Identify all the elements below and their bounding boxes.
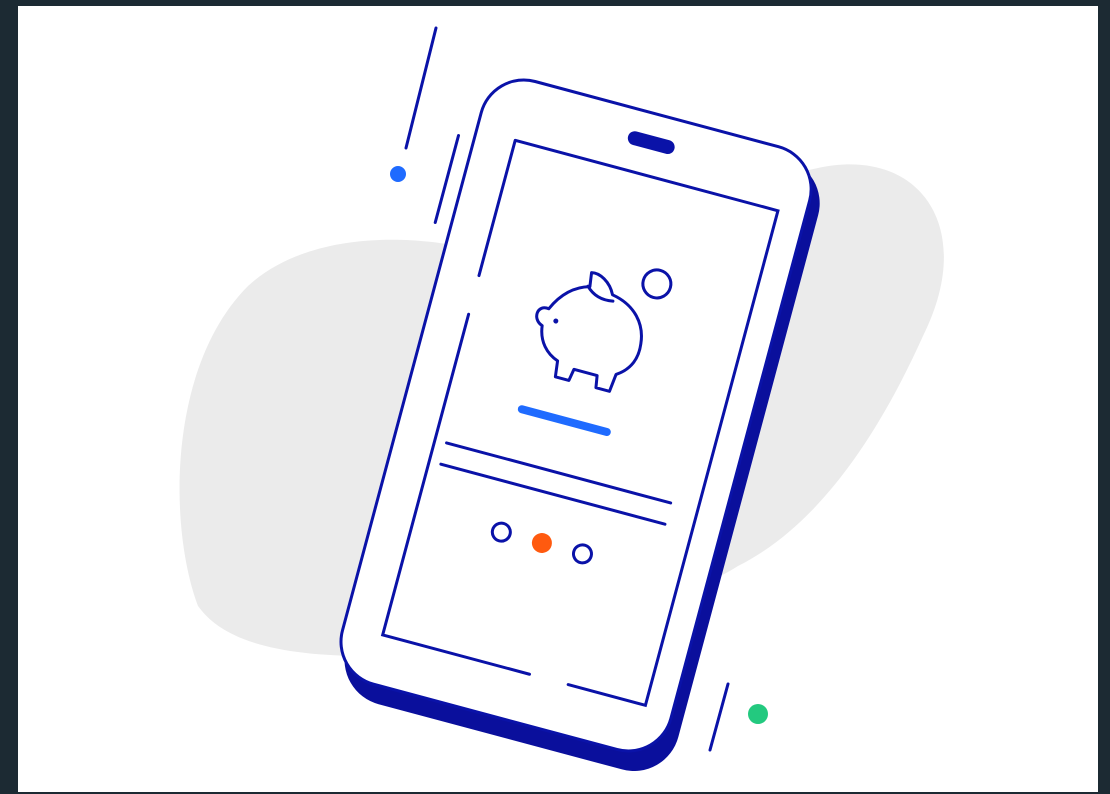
decor-dot-blue bbox=[390, 166, 406, 182]
illustration-card bbox=[16, 4, 1100, 794]
decor-dot-green bbox=[748, 704, 768, 724]
decor-line-bottom bbox=[708, 682, 730, 752]
screenshot-frame bbox=[0, 0, 1110, 794]
decor-line-top bbox=[404, 26, 438, 150]
phone-illustration bbox=[179, 26, 944, 772]
